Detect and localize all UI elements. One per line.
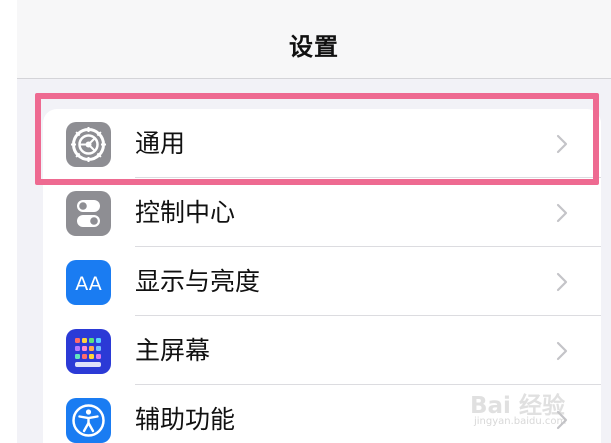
settings-item-general[interactable]: 通用 [43,109,601,178]
chevron-right-icon [556,134,568,154]
text-size-icon: AA [66,260,111,305]
chevron-right-icon [556,341,568,361]
settings-item-display-brightness[interactable]: AA 显示与亮度 [43,247,601,316]
watermark-url-text: jingyan.baidu.com [474,416,567,427]
chevron-right-icon [556,272,568,292]
svg-text:AA: AA [75,273,102,295]
settings-item-control-center[interactable]: 控制中心 [43,178,601,247]
settings-item-label: 控制中心 [135,198,236,227]
navigation-bar: 设置 [17,0,611,79]
chevron-right-icon [556,203,568,223]
settings-item-label: 通用 [135,129,186,158]
home-screen-grid-icon [66,329,111,374]
toggles-icon [66,191,111,236]
settings-item-label: 显示与亮度 [135,267,261,296]
watermark-main-text: Bai 经验 [470,393,565,419]
left-background-strip [0,0,17,443]
settings-item-label: 辅助功能 [135,405,236,434]
settings-item-home-screen[interactable]: 主屏幕 [43,316,601,385]
gear-icon [66,122,111,167]
baidu-jingyan-watermark: Bai 经验 jingyan.baidu.com [470,382,611,443]
page-title: 设置 [289,33,339,61]
settings-item-label: 主屏幕 [135,336,211,365]
accessibility-icon [66,398,111,443]
settings-screen: 设置 通用 控制中心 AA 显示与亮度 主屏幕 辅助功能 Bai 经验 jing… [0,0,611,443]
